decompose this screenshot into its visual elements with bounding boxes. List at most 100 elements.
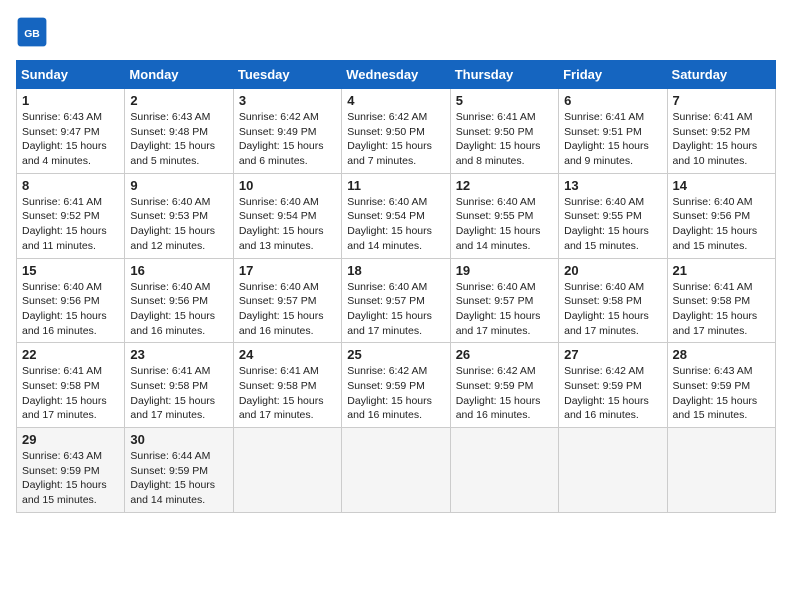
cell-content: Sunrise: 6:41 AMSunset: 9:51 PMDaylight:…	[564, 111, 649, 167]
cell-content: Sunrise: 6:43 AMSunset: 9:59 PMDaylight:…	[22, 450, 107, 506]
cell-content: Sunrise: 6:42 AMSunset: 9:50 PMDaylight:…	[347, 111, 432, 167]
page-header: GB	[16, 16, 776, 48]
calendar-cell: 6 Sunrise: 6:41 AMSunset: 9:51 PMDayligh…	[559, 89, 667, 174]
day-number: 4	[347, 93, 444, 108]
cell-content: Sunrise: 6:40 AMSunset: 9:57 PMDaylight:…	[456, 281, 541, 337]
calendar-cell: 1 Sunrise: 6:43 AMSunset: 9:47 PMDayligh…	[17, 89, 125, 174]
calendar-cell: 23 Sunrise: 6:41 AMSunset: 9:58 PMDaylig…	[125, 343, 233, 428]
calendar-cell: 4 Sunrise: 6:42 AMSunset: 9:50 PMDayligh…	[342, 89, 450, 174]
cell-content: Sunrise: 6:42 AMSunset: 9:49 PMDaylight:…	[239, 111, 324, 167]
day-number: 2	[130, 93, 227, 108]
day-number: 9	[130, 178, 227, 193]
day-number: 19	[456, 263, 553, 278]
day-number: 27	[564, 347, 661, 362]
calendar-cell: 24 Sunrise: 6:41 AMSunset: 9:58 PMDaylig…	[233, 343, 341, 428]
week-row-1: 1 Sunrise: 6:43 AMSunset: 9:47 PMDayligh…	[17, 89, 776, 174]
day-number: 20	[564, 263, 661, 278]
calendar-cell	[233, 428, 341, 513]
week-row-2: 8 Sunrise: 6:41 AMSunset: 9:52 PMDayligh…	[17, 173, 776, 258]
cell-content: Sunrise: 6:40 AMSunset: 9:57 PMDaylight:…	[239, 281, 324, 337]
calendar-cell: 26 Sunrise: 6:42 AMSunset: 9:59 PMDaylig…	[450, 343, 558, 428]
dow-header-friday: Friday	[559, 61, 667, 89]
calendar-cell: 14 Sunrise: 6:40 AMSunset: 9:56 PMDaylig…	[667, 173, 775, 258]
cell-content: Sunrise: 6:42 AMSunset: 9:59 PMDaylight:…	[456, 365, 541, 421]
cell-content: Sunrise: 6:43 AMSunset: 9:48 PMDaylight:…	[130, 111, 215, 167]
calendar-cell: 13 Sunrise: 6:40 AMSunset: 9:55 PMDaylig…	[559, 173, 667, 258]
day-number: 8	[22, 178, 119, 193]
calendar-cell: 19 Sunrise: 6:40 AMSunset: 9:57 PMDaylig…	[450, 258, 558, 343]
day-number: 30	[130, 432, 227, 447]
calendar-cell: 8 Sunrise: 6:41 AMSunset: 9:52 PMDayligh…	[17, 173, 125, 258]
cell-content: Sunrise: 6:41 AMSunset: 9:52 PMDaylight:…	[22, 196, 107, 252]
week-row-4: 22 Sunrise: 6:41 AMSunset: 9:58 PMDaylig…	[17, 343, 776, 428]
calendar-cell	[450, 428, 558, 513]
calendar-cell: 28 Sunrise: 6:43 AMSunset: 9:59 PMDaylig…	[667, 343, 775, 428]
day-number: 18	[347, 263, 444, 278]
cell-content: Sunrise: 6:41 AMSunset: 9:58 PMDaylight:…	[673, 281, 758, 337]
cell-content: Sunrise: 6:40 AMSunset: 9:55 PMDaylight:…	[564, 196, 649, 252]
cell-content: Sunrise: 6:40 AMSunset: 9:56 PMDaylight:…	[673, 196, 758, 252]
cell-content: Sunrise: 6:40 AMSunset: 9:56 PMDaylight:…	[130, 281, 215, 337]
calendar-cell: 5 Sunrise: 6:41 AMSunset: 9:50 PMDayligh…	[450, 89, 558, 174]
cell-content: Sunrise: 6:42 AMSunset: 9:59 PMDaylight:…	[347, 365, 432, 421]
cell-content: Sunrise: 6:42 AMSunset: 9:59 PMDaylight:…	[564, 365, 649, 421]
logo: GB	[16, 16, 52, 48]
day-number: 16	[130, 263, 227, 278]
calendar-cell: 10 Sunrise: 6:40 AMSunset: 9:54 PMDaylig…	[233, 173, 341, 258]
day-number: 10	[239, 178, 336, 193]
calendar-cell: 20 Sunrise: 6:40 AMSunset: 9:58 PMDaylig…	[559, 258, 667, 343]
day-number: 1	[22, 93, 119, 108]
calendar-cell: 27 Sunrise: 6:42 AMSunset: 9:59 PMDaylig…	[559, 343, 667, 428]
cell-content: Sunrise: 6:41 AMSunset: 9:52 PMDaylight:…	[673, 111, 758, 167]
day-number: 23	[130, 347, 227, 362]
cell-content: Sunrise: 6:41 AMSunset: 9:58 PMDaylight:…	[22, 365, 107, 421]
calendar-cell: 3 Sunrise: 6:42 AMSunset: 9:49 PMDayligh…	[233, 89, 341, 174]
cell-content: Sunrise: 6:40 AMSunset: 9:53 PMDaylight:…	[130, 196, 215, 252]
cell-content: Sunrise: 6:44 AMSunset: 9:59 PMDaylight:…	[130, 450, 215, 506]
day-number: 17	[239, 263, 336, 278]
day-number: 24	[239, 347, 336, 362]
calendar-cell	[342, 428, 450, 513]
calendar-cell: 12 Sunrise: 6:40 AMSunset: 9:55 PMDaylig…	[450, 173, 558, 258]
cell-content: Sunrise: 6:43 AMSunset: 9:47 PMDaylight:…	[22, 111, 107, 167]
dow-header-saturday: Saturday	[667, 61, 775, 89]
cell-content: Sunrise: 6:41 AMSunset: 9:58 PMDaylight:…	[130, 365, 215, 421]
day-number: 7	[673, 93, 770, 108]
dow-header-sunday: Sunday	[17, 61, 125, 89]
calendar-cell: 21 Sunrise: 6:41 AMSunset: 9:58 PMDaylig…	[667, 258, 775, 343]
cell-content: Sunrise: 6:43 AMSunset: 9:59 PMDaylight:…	[673, 365, 758, 421]
dow-header-monday: Monday	[125, 61, 233, 89]
calendar-cell: 7 Sunrise: 6:41 AMSunset: 9:52 PMDayligh…	[667, 89, 775, 174]
calendar-cell: 17 Sunrise: 6:40 AMSunset: 9:57 PMDaylig…	[233, 258, 341, 343]
day-number: 12	[456, 178, 553, 193]
week-row-5: 29 Sunrise: 6:43 AMSunset: 9:59 PMDaylig…	[17, 428, 776, 513]
day-number: 22	[22, 347, 119, 362]
cell-content: Sunrise: 6:40 AMSunset: 9:57 PMDaylight:…	[347, 281, 432, 337]
dow-header-thursday: Thursday	[450, 61, 558, 89]
cell-content: Sunrise: 6:40 AMSunset: 9:54 PMDaylight:…	[347, 196, 432, 252]
cell-content: Sunrise: 6:41 AMSunset: 9:58 PMDaylight:…	[239, 365, 324, 421]
day-number: 29	[22, 432, 119, 447]
calendar-cell: 25 Sunrise: 6:42 AMSunset: 9:59 PMDaylig…	[342, 343, 450, 428]
day-number: 13	[564, 178, 661, 193]
logo-icon: GB	[16, 16, 48, 48]
day-number: 14	[673, 178, 770, 193]
svg-text:GB: GB	[24, 29, 40, 40]
calendar-cell: 18 Sunrise: 6:40 AMSunset: 9:57 PMDaylig…	[342, 258, 450, 343]
cell-content: Sunrise: 6:40 AMSunset: 9:55 PMDaylight:…	[456, 196, 541, 252]
calendar-cell	[667, 428, 775, 513]
calendar-table: SundayMondayTuesdayWednesdayThursdayFrid…	[16, 60, 776, 513]
calendar-cell: 9 Sunrise: 6:40 AMSunset: 9:53 PMDayligh…	[125, 173, 233, 258]
day-number: 11	[347, 178, 444, 193]
cell-content: Sunrise: 6:40 AMSunset: 9:54 PMDaylight:…	[239, 196, 324, 252]
day-number: 26	[456, 347, 553, 362]
day-number: 5	[456, 93, 553, 108]
day-number: 28	[673, 347, 770, 362]
dow-header-tuesday: Tuesday	[233, 61, 341, 89]
cell-content: Sunrise: 6:40 AMSunset: 9:56 PMDaylight:…	[22, 281, 107, 337]
calendar-cell	[559, 428, 667, 513]
day-number: 15	[22, 263, 119, 278]
calendar-cell: 2 Sunrise: 6:43 AMSunset: 9:48 PMDayligh…	[125, 89, 233, 174]
calendar-cell: 11 Sunrise: 6:40 AMSunset: 9:54 PMDaylig…	[342, 173, 450, 258]
calendar-cell: 16 Sunrise: 6:40 AMSunset: 9:56 PMDaylig…	[125, 258, 233, 343]
